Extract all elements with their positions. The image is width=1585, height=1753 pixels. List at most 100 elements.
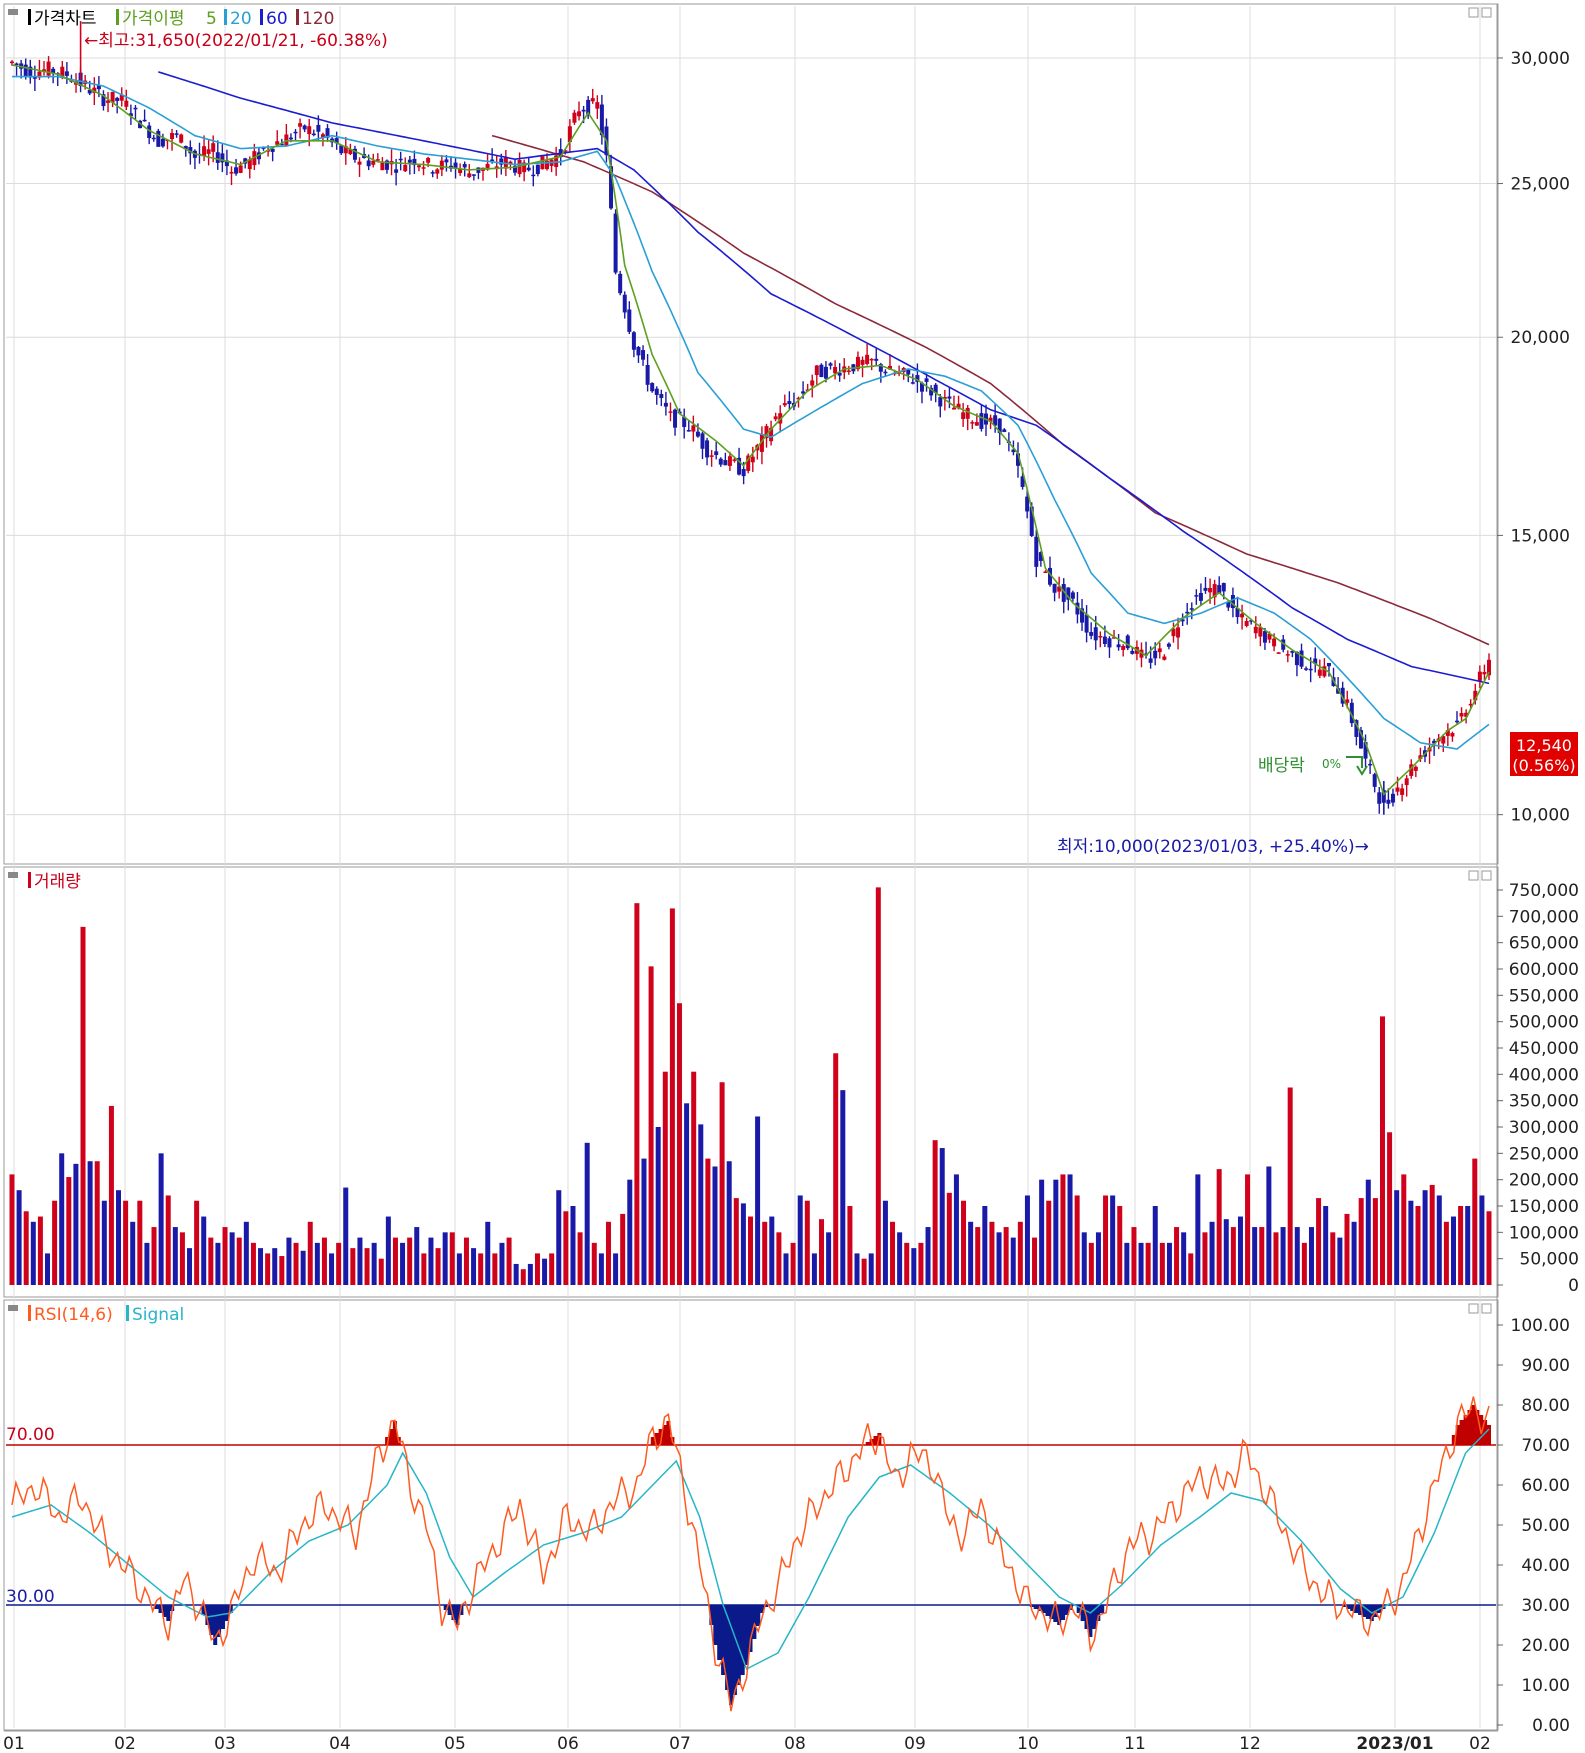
price-tick-label: 10,000 (1511, 806, 1570, 826)
volume-bar (137, 1200, 143, 1285)
volume-bar (698, 1124, 704, 1285)
volume-bar (1443, 1221, 1449, 1285)
candle-body (398, 158, 403, 161)
candle-body (1102, 636, 1107, 645)
candle-body (1084, 614, 1089, 633)
candle-body (453, 162, 458, 168)
volume-bar (847, 1206, 853, 1285)
candle-body (823, 366, 828, 379)
candle-body (970, 422, 975, 424)
volume-bar (655, 1127, 661, 1285)
volume-bar (620, 1213, 626, 1285)
volume-bar (563, 1211, 569, 1285)
volume-bar (840, 1090, 846, 1285)
volume-bar (1152, 1206, 1158, 1285)
volume-tick-label: 250,000 (1509, 1144, 1579, 1164)
volume-bar (250, 1242, 256, 1285)
candle-body (819, 364, 824, 378)
candle-body (403, 165, 408, 172)
volume-bar (1166, 1242, 1172, 1285)
candle-body (924, 378, 929, 382)
volume-bar (1337, 1237, 1343, 1285)
volume-tick-label: 300,000 (1509, 1118, 1579, 1138)
volume-bar (37, 1216, 43, 1285)
candle-body (46, 61, 51, 76)
volume-bar (421, 1253, 427, 1285)
price-legend-ma5: 5 (206, 9, 217, 29)
volume-bar (1103, 1195, 1109, 1285)
price-legend-ma120: 120 (302, 9, 334, 29)
volume-bar (684, 1103, 690, 1285)
panel-toggle-icon[interactable] (8, 1305, 18, 1311)
volume-bar (116, 1190, 122, 1285)
volume-bar (59, 1153, 65, 1285)
candle-body (229, 172, 234, 174)
volume-bar (932, 1140, 938, 1285)
candle-body (490, 159, 495, 162)
candle-body (444, 159, 449, 163)
candle-body (1070, 592, 1075, 599)
signal-legend-title: Signal (132, 1305, 184, 1325)
volume-bar (158, 1153, 164, 1285)
candle-body (650, 383, 655, 392)
rsi-overbought-fill (385, 1405, 1491, 1445)
candle-body (64, 71, 69, 76)
volume-bar (1422, 1190, 1428, 1285)
price-candles (10, 21, 1491, 815)
volume-tick-label: 700,000 (1509, 907, 1579, 927)
volume-bar (740, 1203, 746, 1285)
volume-bar (676, 1003, 682, 1285)
volume-bar (229, 1232, 235, 1285)
volume-bar (272, 1248, 278, 1285)
candle-body (961, 412, 966, 419)
candle-body (1308, 668, 1313, 671)
volume-bar (293, 1242, 299, 1285)
rsi-tick-label: 70.00 (1521, 1436, 1570, 1456)
candle-body (883, 371, 888, 374)
candle-body (407, 159, 412, 163)
volume-bar (748, 1216, 753, 1285)
volume-bar (400, 1242, 406, 1285)
candle-body (718, 458, 723, 465)
volume-bar (705, 1158, 711, 1285)
volume-bar (648, 966, 654, 1285)
panel-toggle-icon[interactable] (8, 872, 18, 878)
candle-body (1395, 787, 1400, 792)
candle-body (526, 167, 531, 171)
x-tick-label: 10 (1017, 1734, 1039, 1753)
candle-body (814, 365, 819, 376)
volume-bar (513, 1263, 519, 1285)
price-panel-frame (3, 3, 1499, 865)
volume-bar (605, 1221, 611, 1285)
volume-bar (1287, 1087, 1293, 1285)
volume-tick-label: 650,000 (1509, 934, 1579, 954)
volume-bar (854, 1253, 860, 1285)
volume-bar (527, 1263, 533, 1285)
candle-body (288, 137, 293, 140)
volume-bar (733, 1198, 739, 1285)
rsi-tick-label: 50.00 (1521, 1516, 1570, 1536)
volume-legend-title: 거래량 (34, 872, 81, 892)
volume-bar (1188, 1253, 1194, 1285)
chart-canvas[interactable]: 30,000 25,000 20,000 15,000 10,000 750,000 700… (0, 0, 1585, 1753)
volume-bar (982, 1206, 988, 1285)
volume-bar (811, 1253, 817, 1285)
rsi-tick-label: 80.00 (1521, 1396, 1570, 1416)
dividend-label: 배당락 (1258, 756, 1305, 776)
volume-bar (407, 1237, 413, 1285)
candle-body (1368, 763, 1373, 766)
volume-tick-label: 750,000 (1509, 881, 1579, 901)
rsi-line (11, 1396, 1490, 1712)
last-price-badge: 12,540 (0.56%) (1510, 732, 1578, 776)
candle-body (1221, 583, 1226, 592)
volume-bar (712, 1166, 718, 1285)
volume-bar (1095, 1232, 1101, 1285)
candle-body (1262, 631, 1267, 643)
candle-body (1477, 671, 1482, 681)
candle-body (1148, 658, 1153, 663)
panel-toggle-icon[interactable] (8, 9, 18, 15)
volume-bar (691, 1071, 697, 1285)
volume-bar (151, 1227, 157, 1285)
volume-tick-label: 500,000 (1509, 1013, 1579, 1033)
candle-body (170, 133, 175, 140)
